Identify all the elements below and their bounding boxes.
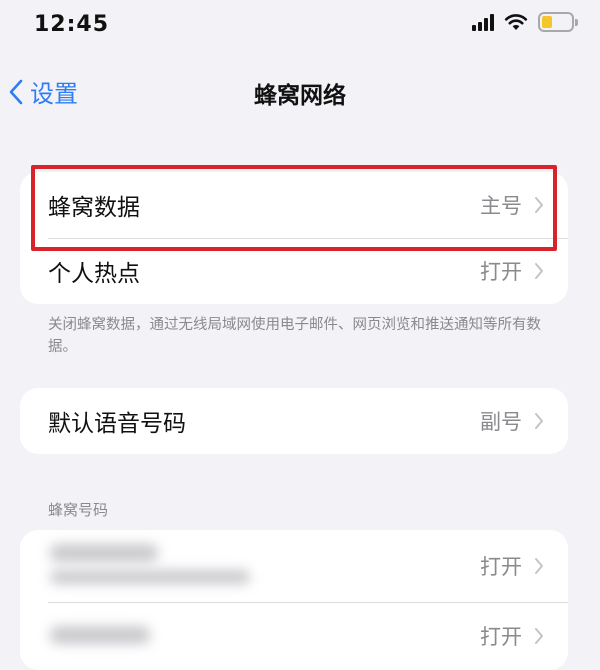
- chevron-right-icon: [535, 628, 543, 644]
- personal-hotspot-row[interactable]: 个人热点 打开: [20, 238, 568, 304]
- cellular-signal-icon: [472, 13, 494, 31]
- cellular-settings-group: 蜂窝数据 主号 个人热点 打开: [20, 172, 568, 304]
- cellular-data-row[interactable]: 蜂窝数据 主号: [20, 172, 568, 238]
- cellular-data-value: 主号: [480, 194, 522, 218]
- chevron-right-icon: [535, 263, 543, 279]
- redacted-line-detail: [50, 570, 250, 584]
- navigation-bar: 设置 蜂窝网络: [0, 68, 600, 118]
- chevron-right-icon: [535, 558, 543, 574]
- cellular-data-footnote: 关闭蜂窝数据，通过无线局域网使用电子邮件、网页浏览和推送通知等所有数据。: [48, 317, 541, 355]
- cellular-line-row[interactable]: 打开: [20, 602, 568, 670]
- personal-hotspot-value: 打开: [480, 260, 522, 284]
- redacted-line-name: [50, 626, 150, 644]
- wifi-icon: [504, 14, 528, 30]
- row-divider: [48, 602, 568, 603]
- row-divider: [48, 238, 568, 239]
- default-voice-line-row[interactable]: 默认语音号码 副号: [20, 388, 568, 454]
- status-time: 12:45: [34, 12, 110, 37]
- cellular-line-value: 打开: [480, 625, 522, 649]
- cellular-line-value: 打开: [480, 555, 522, 579]
- chevron-right-icon: [535, 197, 543, 213]
- redacted-line-name: [50, 544, 158, 562]
- personal-hotspot-label: 个人热点: [48, 261, 140, 287]
- default-voice-line-value: 副号: [480, 410, 522, 434]
- page-title: 蜂窝网络: [254, 83, 346, 109]
- default-voice-group: 默认语音号码 副号: [20, 388, 568, 454]
- status-bar: 12:45: [0, 0, 600, 50]
- battery-level: [542, 16, 552, 28]
- cellular-lines-group: 打开 打开: [20, 530, 568, 670]
- status-icons: [472, 12, 578, 32]
- cellular-line-row[interactable]: 打开: [20, 530, 568, 602]
- chevron-right-icon: [535, 413, 543, 429]
- default-voice-line-label: 默认语音号码: [48, 411, 186, 437]
- battery-icon: [538, 12, 578, 32]
- section-header: 蜂窝号码: [48, 501, 109, 519]
- cellular-data-label: 蜂窝数据: [48, 195, 140, 221]
